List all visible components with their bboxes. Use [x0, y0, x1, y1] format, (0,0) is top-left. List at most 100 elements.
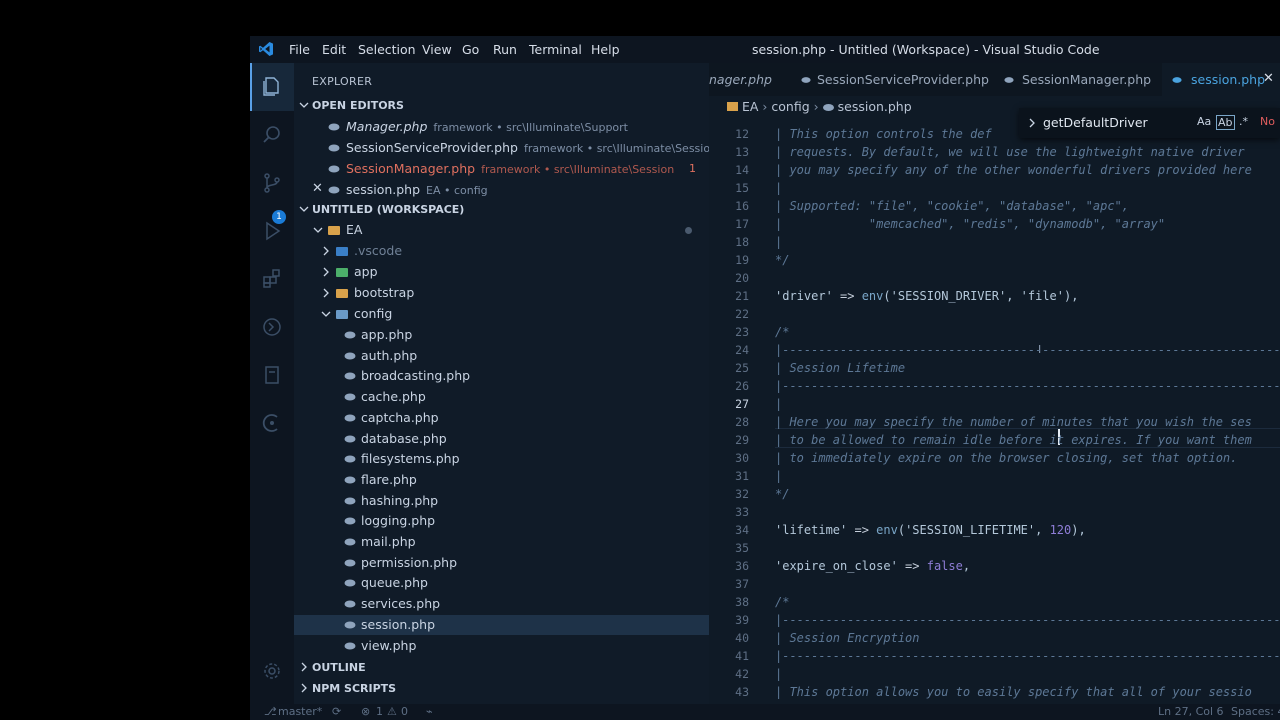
tree-file[interactable]: database.php: [294, 429, 709, 449]
find-input[interactable]: getDefaultDriver: [1043, 113, 1193, 133]
line-number: 42: [735, 667, 749, 681]
tree-file[interactable]: view.php: [294, 636, 709, 656]
open-editor-item[interactable]: SessionServiceProvider.php framework • sr…: [294, 138, 717, 158]
php-file-icon: [328, 142, 340, 154]
activity-bar: 1: [250, 63, 294, 704]
line-number: 25: [735, 361, 749, 375]
tab-session-manager[interactable]: SessionManager.php: [992, 63, 1162, 96]
php-file-icon: [344, 598, 356, 610]
tree-file[interactable]: cache.php: [294, 387, 709, 407]
tree-file[interactable]: flare.php: [294, 470, 709, 490]
open-editor-item[interactable]: SessionManager.php framework • src\Illumi…: [294, 159, 709, 179]
open-editors-section-header[interactable]: OPEN EDITORS: [294, 96, 709, 116]
extensions-icon[interactable]: [260, 267, 284, 291]
open-editor-item[interactable]: Manager.php framework • src\Illuminate\Su…: [294, 117, 709, 137]
line-number: 14: [735, 163, 749, 177]
tree-file[interactable]: filesystems.php: [294, 449, 709, 469]
breadcrumb-file[interactable]: session.php: [838, 99, 912, 114]
regex-toggle[interactable]: .*: [1239, 115, 1248, 128]
breadcrumb-ea[interactable]: EA: [742, 99, 758, 114]
menu-terminal[interactable]: Terminal: [529, 42, 582, 57]
tree-file[interactable]: app.php: [294, 325, 709, 345]
error-count[interactable]: 1: [376, 705, 383, 718]
settings-gear-icon[interactable]: [260, 659, 284, 683]
tree-folder-config[interactable]: config: [294, 304, 709, 324]
remote-icon[interactable]: [260, 315, 284, 339]
tree-folder-ea[interactable]: EA: [294, 220, 709, 240]
chevron-right-icon: [301, 662, 307, 672]
tree-file[interactable]: services.php: [294, 594, 709, 614]
menu-view[interactable]: View: [422, 42, 452, 57]
tree-label: app.php: [361, 327, 413, 342]
code-line: | requests. By default, we will use the …: [775, 145, 1245, 159]
workspace-section-header[interactable]: UNTITLED (WORKSPACE): [294, 200, 709, 220]
tree-folder-vscode[interactable]: .vscode: [294, 241, 709, 261]
menu-help[interactable]: Help: [591, 42, 620, 57]
php-file-icon: [344, 412, 356, 424]
chevron-right-icon: [323, 246, 329, 256]
menu-run[interactable]: Run: [493, 42, 517, 57]
tab-session[interactable]: session.php ✕: [1162, 63, 1280, 96]
tab-manager[interactable]: nager.php: [709, 63, 789, 96]
tree-folder-bootstrap[interactable]: bootstrap: [294, 283, 709, 303]
run-debug-icon[interactable]: [260, 219, 284, 243]
line-number: 30: [735, 451, 749, 465]
menu-go[interactable]: Go: [462, 42, 479, 57]
tree-label: config: [354, 306, 393, 321]
tree-label: permission.php: [361, 554, 458, 570]
npm-scripts-section-header[interactable]: NPM SCRIPTS: [294, 679, 709, 699]
branch-name[interactable]: master*: [278, 705, 322, 718]
indentation[interactable]: Spaces: 4: [1231, 705, 1280, 718]
menu-edit[interactable]: Edit: [322, 42, 346, 57]
code-editor[interactable]: | This option controls the def | request…: [775, 113, 1280, 704]
tab-session-service-provider[interactable]: SessionServiceProvider.php: [789, 63, 992, 96]
tree-file[interactable]: queue.php: [294, 573, 709, 593]
chevron-right-icon: [323, 288, 329, 298]
tree-file[interactable]: auth.php: [294, 346, 709, 366]
tree-file[interactable]: session.php: [294, 614, 709, 635]
line-number: 19: [735, 253, 749, 267]
tree-file[interactable]: broadcasting.php: [294, 366, 709, 386]
menu-file[interactable]: File: [289, 42, 310, 57]
source-control-icon[interactable]: [260, 171, 284, 195]
tree-label: hashing.php: [361, 492, 439, 508]
tab-bar: nager.php SessionServiceProvider.php Ses…: [709, 63, 1280, 96]
status-bar: ⎇ master* ⟳ ⊗ 1 ⚠ 0 ⌁ Ln 27, Col 6 Space…: [250, 704, 1280, 720]
vscode-folder-icon: [336, 245, 348, 257]
line-number: 26: [735, 379, 749, 393]
line-number: 34: [735, 523, 749, 537]
folder-icon: [336, 287, 348, 299]
tree-file[interactable]: logging.php: [294, 511, 709, 531]
line-number: 39: [735, 613, 749, 627]
tree-file[interactable]: mail.php: [294, 532, 709, 552]
code-line: | Supported: "file", "cookie", "database…: [775, 199, 1130, 213]
code-line: |---------------------------------------…: [775, 379, 1280, 393]
php-file-icon: [801, 77, 811, 83]
tab-close-icon[interactable]: ✕: [1263, 71, 1274, 86]
whole-word-toggle[interactable]: Ab: [1216, 115, 1235, 130]
code-line: | you may specify any of the other wonde…: [775, 163, 1252, 177]
php-file-icon: [344, 577, 356, 589]
close-icon[interactable]: ✕: [312, 181, 323, 196]
window-title: session.php - Untitled (Workspace) - Vis…: [752, 42, 1100, 57]
open-editor-item[interactable]: ✕ session.php EA • config: [294, 180, 709, 200]
sync-icon[interactable]: ⟳: [332, 705, 341, 718]
gitlens-icon[interactable]: [260, 411, 284, 435]
chevron-right-icon[interactable]: [1027, 117, 1037, 129]
warning-count[interactable]: 0: [401, 705, 408, 718]
explorer-sidebar: EXPLORER OPEN EDITORS Manager.php framewo…: [294, 63, 717, 704]
code-line: | Here you may specify the number of min…: [775, 415, 1252, 429]
notebook-icon[interactable]: [260, 363, 284, 387]
tree-file[interactable]: permission.php: [294, 553, 709, 573]
breadcrumb-config[interactable]: config: [771, 99, 809, 114]
tree-file[interactable]: hashing.php: [294, 491, 709, 511]
outline-section-header[interactable]: OUTLINE: [294, 658, 709, 678]
cursor-position[interactable]: Ln 27, Col 6: [1158, 705, 1224, 718]
match-case-toggle[interactable]: Aa: [1197, 115, 1211, 128]
line-number: 20: [735, 271, 749, 285]
tree-folder-app[interactable]: app: [294, 262, 709, 282]
tree-file[interactable]: captcha.php: [294, 408, 709, 428]
files-icon[interactable]: [260, 75, 284, 99]
menu-selection[interactable]: Selection: [358, 42, 416, 57]
search-icon[interactable]: [260, 123, 284, 147]
